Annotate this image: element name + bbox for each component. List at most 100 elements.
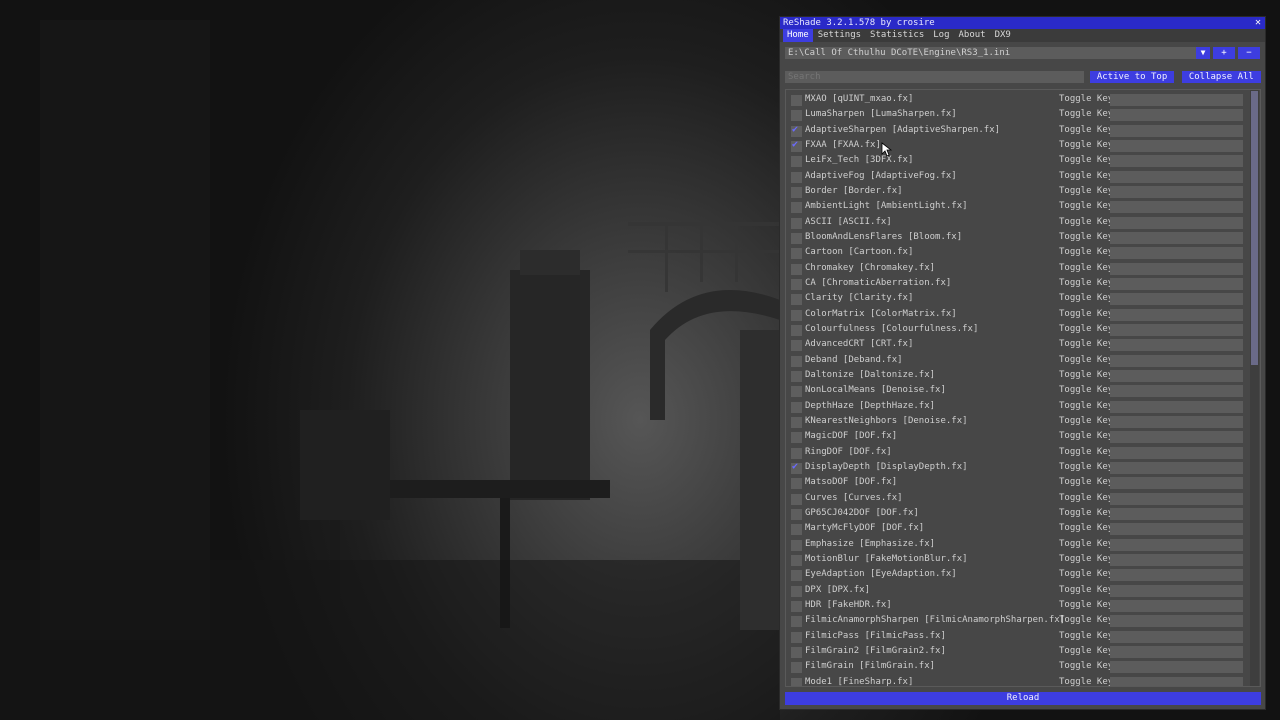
toggle-key-input[interactable] bbox=[1110, 630, 1243, 643]
effect-checkbox[interactable] bbox=[791, 186, 802, 198]
effect-name[interactable]: BloomAndLensFlares [Bloom.fx] bbox=[805, 232, 962, 242]
effect-checkbox[interactable] bbox=[791, 355, 802, 367]
effect-name[interactable]: LeiFx_Tech [3DFX.fx] bbox=[805, 155, 913, 165]
effect-name[interactable]: KNearestNeighbors [Denoise.fx] bbox=[805, 416, 968, 426]
toggle-key-input[interactable] bbox=[1110, 201, 1243, 214]
tab-log[interactable]: Log bbox=[929, 29, 953, 42]
scrollbar-thumb[interactable] bbox=[1251, 91, 1258, 365]
toggle-key-input[interactable] bbox=[1110, 139, 1243, 152]
toggle-key-input[interactable] bbox=[1110, 461, 1243, 474]
effect-name[interactable]: MXAO [qUINT_mxao.fx] bbox=[805, 94, 913, 104]
close-icon[interactable]: ✕ bbox=[1253, 17, 1263, 29]
toggle-key-input[interactable] bbox=[1110, 507, 1243, 520]
effect-name[interactable]: ASCII [ASCII.fx] bbox=[805, 217, 892, 227]
effect-checkbox[interactable] bbox=[791, 370, 802, 382]
effect-name[interactable]: Emphasize [Emphasize.fx] bbox=[805, 539, 935, 549]
effect-checkbox[interactable] bbox=[791, 539, 802, 551]
effect-name[interactable]: Daltonize [Daltonize.fx] bbox=[805, 370, 935, 380]
add-preset-button[interactable]: + bbox=[1213, 47, 1235, 59]
effect-name[interactable]: NonLocalMeans [Denoise.fx] bbox=[805, 385, 946, 395]
effect-checkbox[interactable] bbox=[791, 294, 802, 306]
chevron-down-icon[interactable]: ▼ bbox=[1196, 47, 1210, 59]
toggle-key-input[interactable] bbox=[1110, 293, 1243, 306]
toggle-key-input[interactable] bbox=[1110, 385, 1243, 398]
effect-checkbox[interactable] bbox=[791, 232, 802, 244]
reload-button[interactable]: Reload bbox=[785, 692, 1261, 705]
effect-checkbox[interactable] bbox=[791, 616, 802, 628]
toggle-key-input[interactable] bbox=[1110, 645, 1243, 658]
effect-name[interactable]: FilmGrain2 [FilmGrain2.fx] bbox=[805, 646, 946, 656]
toggle-key-input[interactable] bbox=[1110, 553, 1243, 566]
effect-checkbox[interactable] bbox=[791, 124, 802, 137]
effect-checkbox[interactable] bbox=[791, 600, 802, 612]
toggle-key-input[interactable] bbox=[1110, 369, 1243, 382]
effect-checkbox[interactable] bbox=[791, 508, 802, 520]
toggle-key-input[interactable] bbox=[1110, 615, 1243, 628]
toggle-key-input[interactable] bbox=[1110, 492, 1243, 505]
toggle-key-input[interactable] bbox=[1110, 676, 1243, 686]
effect-checkbox[interactable] bbox=[791, 554, 802, 566]
effect-name[interactable]: AdaptiveFog [AdaptiveFog.fx] bbox=[805, 171, 957, 181]
effect-name[interactable]: MagicDOF [DOF.fx] bbox=[805, 431, 897, 441]
effect-checkbox[interactable] bbox=[791, 386, 802, 398]
toggle-key-input[interactable] bbox=[1110, 216, 1243, 229]
preset-path-field[interactable]: E:\Call Of Cthulhu DCoTE\Engine\RS3_1.in… bbox=[785, 47, 1196, 59]
toggle-key-input[interactable] bbox=[1110, 170, 1243, 183]
toggle-key-input[interactable] bbox=[1110, 94, 1243, 106]
effect-checkbox[interactable] bbox=[791, 171, 802, 183]
effect-name[interactable]: FilmicAnamorphSharpen [FilmicAnamorphSha… bbox=[805, 615, 1065, 625]
toggle-key-input[interactable] bbox=[1110, 415, 1243, 428]
effect-name[interactable]: DepthHaze [DepthHaze.fx] bbox=[805, 401, 935, 411]
toggle-key-input[interactable] bbox=[1110, 262, 1243, 275]
effect-checkbox[interactable] bbox=[791, 493, 802, 505]
effect-name[interactable]: AmbientLight [AmbientLight.fx] bbox=[805, 201, 968, 211]
toggle-key-input[interactable] bbox=[1110, 124, 1243, 137]
effect-name[interactable]: FilmicPass [FilmicPass.fx] bbox=[805, 631, 946, 641]
effect-checkbox[interactable] bbox=[791, 401, 802, 413]
effect-checkbox[interactable] bbox=[791, 631, 802, 643]
toggle-key-input[interactable] bbox=[1110, 354, 1243, 367]
toggle-key-input[interactable] bbox=[1110, 569, 1243, 582]
effect-name[interactable]: Chromakey [Chromakey.fx] bbox=[805, 263, 935, 273]
effect-name[interactable]: CA [ChromaticAberration.fx] bbox=[805, 278, 951, 288]
effect-checkbox[interactable] bbox=[791, 95, 802, 106]
effect-name[interactable]: EyeAdaption [EyeAdaption.fx] bbox=[805, 569, 957, 579]
effect-checkbox[interactable] bbox=[791, 309, 802, 321]
effect-checkbox[interactable] bbox=[791, 662, 802, 674]
effect-name[interactable]: MotionBlur [FakeMotionBlur.fx] bbox=[805, 554, 968, 564]
effect-checkbox[interactable] bbox=[791, 585, 802, 597]
active-to-top-button[interactable]: Active to Top bbox=[1090, 71, 1174, 83]
scrollbar[interactable] bbox=[1250, 90, 1259, 686]
effect-name[interactable]: FilmGrain [FilmGrain.fx] bbox=[805, 661, 935, 671]
toggle-key-input[interactable] bbox=[1110, 661, 1243, 674]
toggle-key-input[interactable] bbox=[1110, 400, 1243, 413]
tab-settings[interactable]: Settings bbox=[814, 29, 865, 42]
toggle-key-input[interactable] bbox=[1110, 109, 1243, 122]
toggle-key-input[interactable] bbox=[1110, 308, 1243, 321]
tab-home[interactable]: Home bbox=[783, 29, 813, 42]
effect-checkbox[interactable] bbox=[791, 263, 802, 275]
effect-checkbox[interactable] bbox=[791, 478, 802, 490]
effect-name[interactable]: AdaptiveSharpen [AdaptiveSharpen.fx] bbox=[805, 125, 1000, 135]
effect-checkbox[interactable] bbox=[791, 278, 802, 290]
tab-about[interactable]: About bbox=[955, 29, 990, 42]
effect-checkbox[interactable] bbox=[791, 432, 802, 444]
toggle-key-input[interactable] bbox=[1110, 599, 1243, 612]
toggle-key-input[interactable] bbox=[1110, 538, 1243, 551]
effect-checkbox[interactable] bbox=[791, 156, 802, 168]
effect-name[interactable]: Clarity [Clarity.fx] bbox=[805, 293, 913, 303]
toggle-key-input[interactable] bbox=[1110, 231, 1243, 244]
effect-name[interactable]: ColorMatrix [ColorMatrix.fx] bbox=[805, 309, 957, 319]
effect-checkbox[interactable] bbox=[791, 202, 802, 214]
effect-checkbox[interactable] bbox=[791, 340, 802, 352]
collapse-all-button[interactable]: Collapse All bbox=[1181, 71, 1261, 83]
toggle-key-input[interactable] bbox=[1110, 584, 1243, 597]
toggle-key-input[interactable] bbox=[1110, 155, 1243, 168]
toggle-key-input[interactable] bbox=[1110, 477, 1243, 490]
effect-name[interactable]: HDR [FakeHDR.fx] bbox=[805, 600, 892, 610]
effect-checkbox[interactable] bbox=[791, 416, 802, 428]
effect-name[interactable]: GP65CJ042DOF [DOF.fx] bbox=[805, 508, 919, 518]
tab-statistics[interactable]: Statistics bbox=[866, 29, 928, 42]
effect-name[interactable]: FXAA [FXAA.fx] bbox=[805, 140, 881, 150]
title-bar[interactable]: ReShade 3.2.1.578 by crosire ✕ bbox=[780, 17, 1265, 29]
